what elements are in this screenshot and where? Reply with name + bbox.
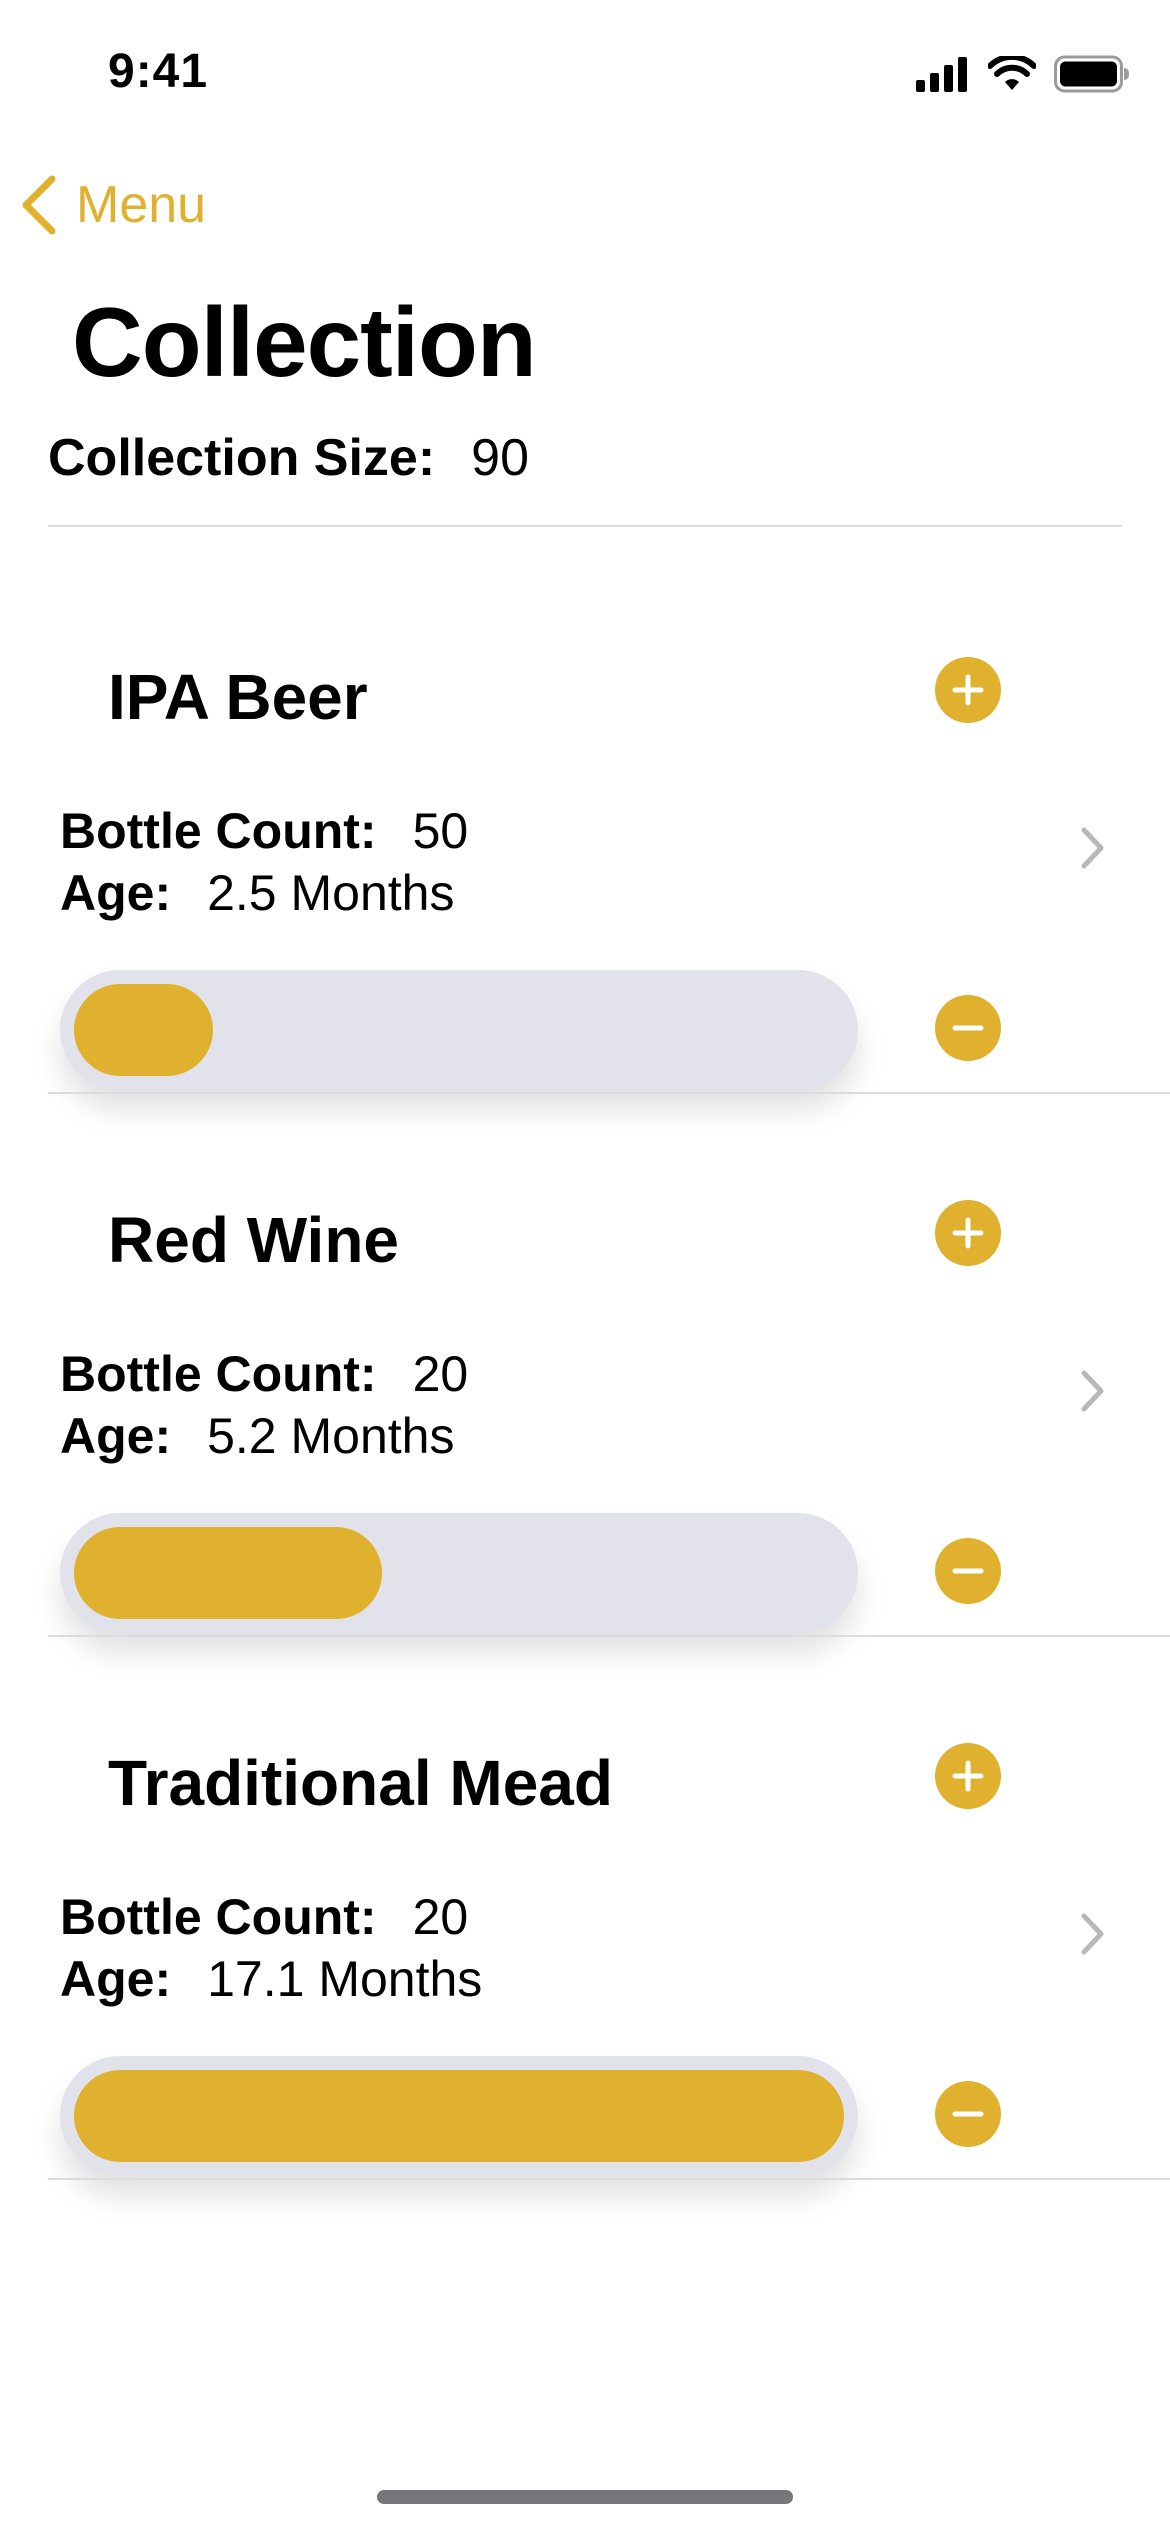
age-label: Age:: [60, 1408, 172, 1464]
item-stats: Bottle Count: 20 Age: 5.2 Months: [60, 1343, 468, 1467]
plus-icon: [952, 674, 984, 706]
back-button[interactable]: Menu: [20, 170, 206, 240]
age-progress-fill: [74, 2070, 844, 2162]
collection-item: Traditional Mead Bottle Count: 20 Age: 17.…: [0, 1656, 1170, 2196]
plus-icon: [952, 1760, 984, 1792]
collection-item: Red Wine Bottle Count: 20 Age: 5.2 Months: [0, 1113, 1170, 1653]
remove-bottle-button[interactable]: [935, 995, 1001, 1061]
age-progress-fill: [74, 984, 213, 1076]
chevron-right-icon[interactable]: [1080, 1369, 1106, 1413]
add-bottle-button[interactable]: [935, 1200, 1001, 1266]
plus-icon: [952, 1217, 984, 1249]
age-progress-fill: [74, 1527, 382, 1619]
cellular-signal-icon: [916, 57, 967, 92]
item-stats: Bottle Count: 20 Age: 17.1 Months: [60, 1886, 482, 2010]
back-button-label: Menu: [76, 176, 207, 234]
minus-icon: [952, 2111, 984, 2117]
minus-icon: [952, 1025, 984, 1031]
age-value: 17.1 Months: [207, 1951, 483, 2007]
age-value: 2.5 Months: [207, 865, 455, 921]
bottle-count-value: 20: [412, 1889, 469, 1945]
item-stats: Bottle Count: 50 Age: 2.5 Months: [60, 800, 468, 924]
status-bar: 9:41: [0, 0, 1170, 150]
bottle-count-label: Bottle Count:: [60, 1346, 377, 1402]
chevron-right-icon[interactable]: [1080, 826, 1106, 870]
age-value: 5.2 Months: [207, 1408, 455, 1464]
remove-bottle-button[interactable]: [935, 2081, 1001, 2147]
collection-size-value: 90: [471, 429, 529, 487]
bottle-count-label: Bottle Count:: [60, 803, 377, 859]
collection-size: Collection Size: 90: [48, 428, 529, 488]
bottle-count-value: 20: [412, 1346, 469, 1402]
bottle-count-value: 50: [412, 803, 469, 859]
age-progress-bar: [60, 970, 858, 1090]
home-indicator: [377, 2490, 793, 2504]
add-bottle-button[interactable]: [935, 657, 1001, 723]
status-time: 9:41: [108, 45, 209, 98]
remove-bottle-button[interactable]: [935, 1538, 1001, 1604]
age-progress-bar: [60, 2056, 858, 2176]
collection-size-label: Collection Size:: [48, 429, 436, 487]
age-label: Age:: [60, 865, 172, 921]
status-icons: [916, 52, 1130, 96]
header-divider: [48, 525, 1122, 527]
add-bottle-button[interactable]: [935, 1743, 1001, 1809]
minus-icon: [952, 1568, 984, 1574]
section-divider: [48, 1092, 1170, 1094]
section-divider: [48, 2178, 1170, 2180]
item-title: Red Wine: [108, 1204, 399, 1276]
collection-item: IPA Beer Bottle Count: 50 Age: 2.5 Months: [0, 570, 1170, 1110]
item-title: Traditional Mead: [108, 1747, 613, 1819]
age-progress-bar: [60, 1513, 858, 1633]
battery-icon: [1054, 55, 1129, 93]
item-title: IPA Beer: [108, 661, 368, 733]
section-divider: [48, 1635, 1170, 1637]
bottle-count-label: Bottle Count:: [60, 1889, 377, 1945]
page-title: Collection: [72, 287, 537, 397]
age-label: Age:: [60, 1951, 172, 2007]
chevron-right-icon[interactable]: [1080, 1912, 1106, 1956]
chevron-left-icon: [22, 175, 56, 235]
wifi-icon: [988, 56, 1036, 90]
